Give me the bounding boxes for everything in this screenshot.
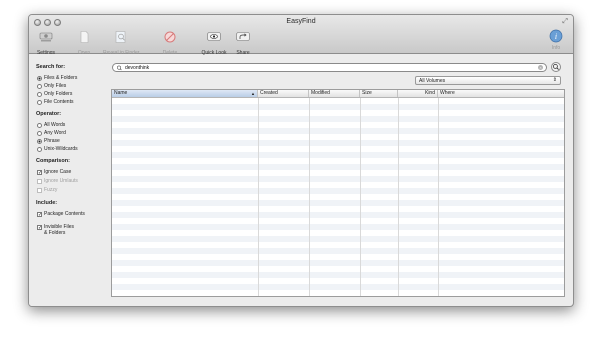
quicklook-label: Quick Look [201, 50, 227, 56]
share-icon [236, 32, 250, 41]
fullscreen-icon[interactable]: ⤢ [562, 18, 568, 26]
radio-only-folders[interactable]: Only Folders [37, 91, 72, 97]
options-sidebar: Search for: Files & Folders Only Files O… [29, 54, 109, 306]
option-label: Files & Folders [44, 75, 78, 81]
radio-unix-wildcards[interactable]: Unix-Wildcards [37, 146, 78, 152]
quick-look-button[interactable]: Quick Look [199, 30, 229, 56]
radio-off [37, 122, 42, 128]
column-label: Size [362, 90, 372, 96]
delete-icon [164, 31, 176, 43]
option-label-line2: & Folders [44, 230, 66, 236]
radio-on [37, 75, 42, 81]
option-label: File Contents [44, 99, 74, 105]
radio-file-contents[interactable]: File Contents [37, 99, 73, 105]
checkbox-invisible-files[interactable]: ✓ Invisible Files & Folders [37, 224, 74, 236]
delete-label: Delete [162, 50, 178, 56]
radio-files-folders[interactable]: Files & Folders [37, 75, 77, 81]
option-label: Invisible Files & Folders [44, 224, 74, 236]
info-label: Info [551, 45, 561, 51]
titlebar: EasyFind ⤢ Settings Open Reveal in Finde… [29, 15, 573, 56]
radio-off [37, 99, 42, 105]
option-label: Ignore Case [44, 169, 72, 175]
share-button[interactable]: Share [230, 30, 256, 56]
operator-heading: Operator: [36, 111, 62, 117]
search-for-heading: Search for: [36, 64, 66, 70]
svg-text:i: i [555, 32, 557, 41]
checkmark-icon: ✓ [37, 169, 43, 176]
clear-search-icon[interactable]: × [538, 65, 543, 70]
table-body [112, 98, 564, 296]
checkbox-package-contents[interactable]: ✓ Package Contents [37, 211, 85, 217]
column-header-modified[interactable]: Modified [309, 90, 360, 97]
column-label: Kind [424, 90, 435, 96]
results-table[interactable]: Name ▲ Created Modified Size Kind Where [111, 89, 565, 297]
option-label: Unix-Wildcards [44, 146, 78, 152]
radio-all-words[interactable]: All Words [37, 122, 65, 128]
search-button[interactable] [551, 62, 561, 72]
column-header-kind[interactable]: Kind [398, 90, 438, 97]
option-label: Only Files [44, 83, 67, 89]
checkbox-empty [37, 187, 42, 193]
radio-on [37, 138, 42, 144]
main-window: EasyFind ⤢ Settings Open Reveal in Finde… [28, 14, 574, 307]
search-icon [116, 65, 122, 71]
column-divider [360, 98, 361, 296]
sort-ascending-icon: ▲ [251, 91, 255, 96]
column-label: Created [260, 90, 278, 96]
radio-only-files[interactable]: Only Files [37, 83, 66, 89]
delete-button[interactable]: Delete [155, 30, 185, 56]
radio-phrase[interactable]: Phrase [37, 138, 60, 144]
column-divider [398, 98, 399, 296]
reveal-icon [115, 31, 126, 43]
column-label: Name [114, 90, 128, 96]
open-icon [80, 31, 89, 43]
radio-off [37, 83, 42, 89]
checkmark-icon: ✓ [37, 225, 43, 231]
volume-value: All Volumes [419, 78, 446, 84]
option-label: All Words [44, 122, 66, 128]
info-icon: i [549, 29, 563, 43]
search-field[interactable]: × [112, 63, 547, 72]
radio-off [37, 91, 42, 97]
radio-off [37, 146, 42, 152]
column-header-where[interactable]: Where [438, 90, 564, 97]
radio-any-word[interactable]: Any Word [37, 130, 66, 136]
checkbox-ignore-case[interactable]: ✓ Ignore Case [37, 169, 71, 175]
magnifier-icon [553, 64, 559, 70]
settings-icon [39, 32, 53, 42]
table-header: Name ▲ Created Modified Size Kind Where [112, 90, 564, 98]
checkbox-empty [37, 178, 42, 184]
column-divider [309, 98, 310, 296]
volume-select[interactable]: All Volumes ⇕ [415, 76, 561, 85]
column-divider [438, 98, 439, 296]
radio-off [37, 130, 42, 136]
share-label: Share [236, 50, 250, 56]
column-header-size[interactable]: Size [360, 90, 398, 97]
option-label: Fuzzy [44, 187, 58, 193]
option-label: Ignore Umlauts [44, 178, 78, 184]
column-divider [258, 98, 259, 296]
column-header-name[interactable]: Name ▲ [112, 90, 258, 97]
comparison-heading: Comparison: [36, 158, 70, 164]
checkbox-ignore-umlauts[interactable]: Ignore Umlauts [37, 178, 78, 184]
option-label: Any Word [44, 130, 66, 136]
settings-button[interactable]: Settings [31, 30, 61, 56]
option-label: Package Contents [44, 211, 85, 217]
quicklook-icon [207, 32, 221, 41]
option-label: Phrase [44, 138, 60, 144]
reveal-in-finder-button[interactable]: Reveal in Finder [103, 30, 139, 56]
open-button[interactable]: Open [69, 30, 99, 56]
column-header-created[interactable]: Created [258, 90, 309, 97]
checkmark-icon: ✓ [37, 211, 43, 218]
info-button[interactable]: i Info [544, 29, 568, 51]
window-title: EasyFind [286, 18, 316, 25]
include-heading: Include: [36, 200, 58, 206]
search-input[interactable] [125, 64, 525, 71]
updown-arrows-icon: ⇕ [552, 77, 557, 83]
column-label: Where [440, 90, 455, 96]
column-label: Modified [311, 90, 330, 96]
option-label: Only Folders [44, 91, 73, 97]
checkbox-fuzzy[interactable]: Fuzzy [37, 187, 57, 193]
